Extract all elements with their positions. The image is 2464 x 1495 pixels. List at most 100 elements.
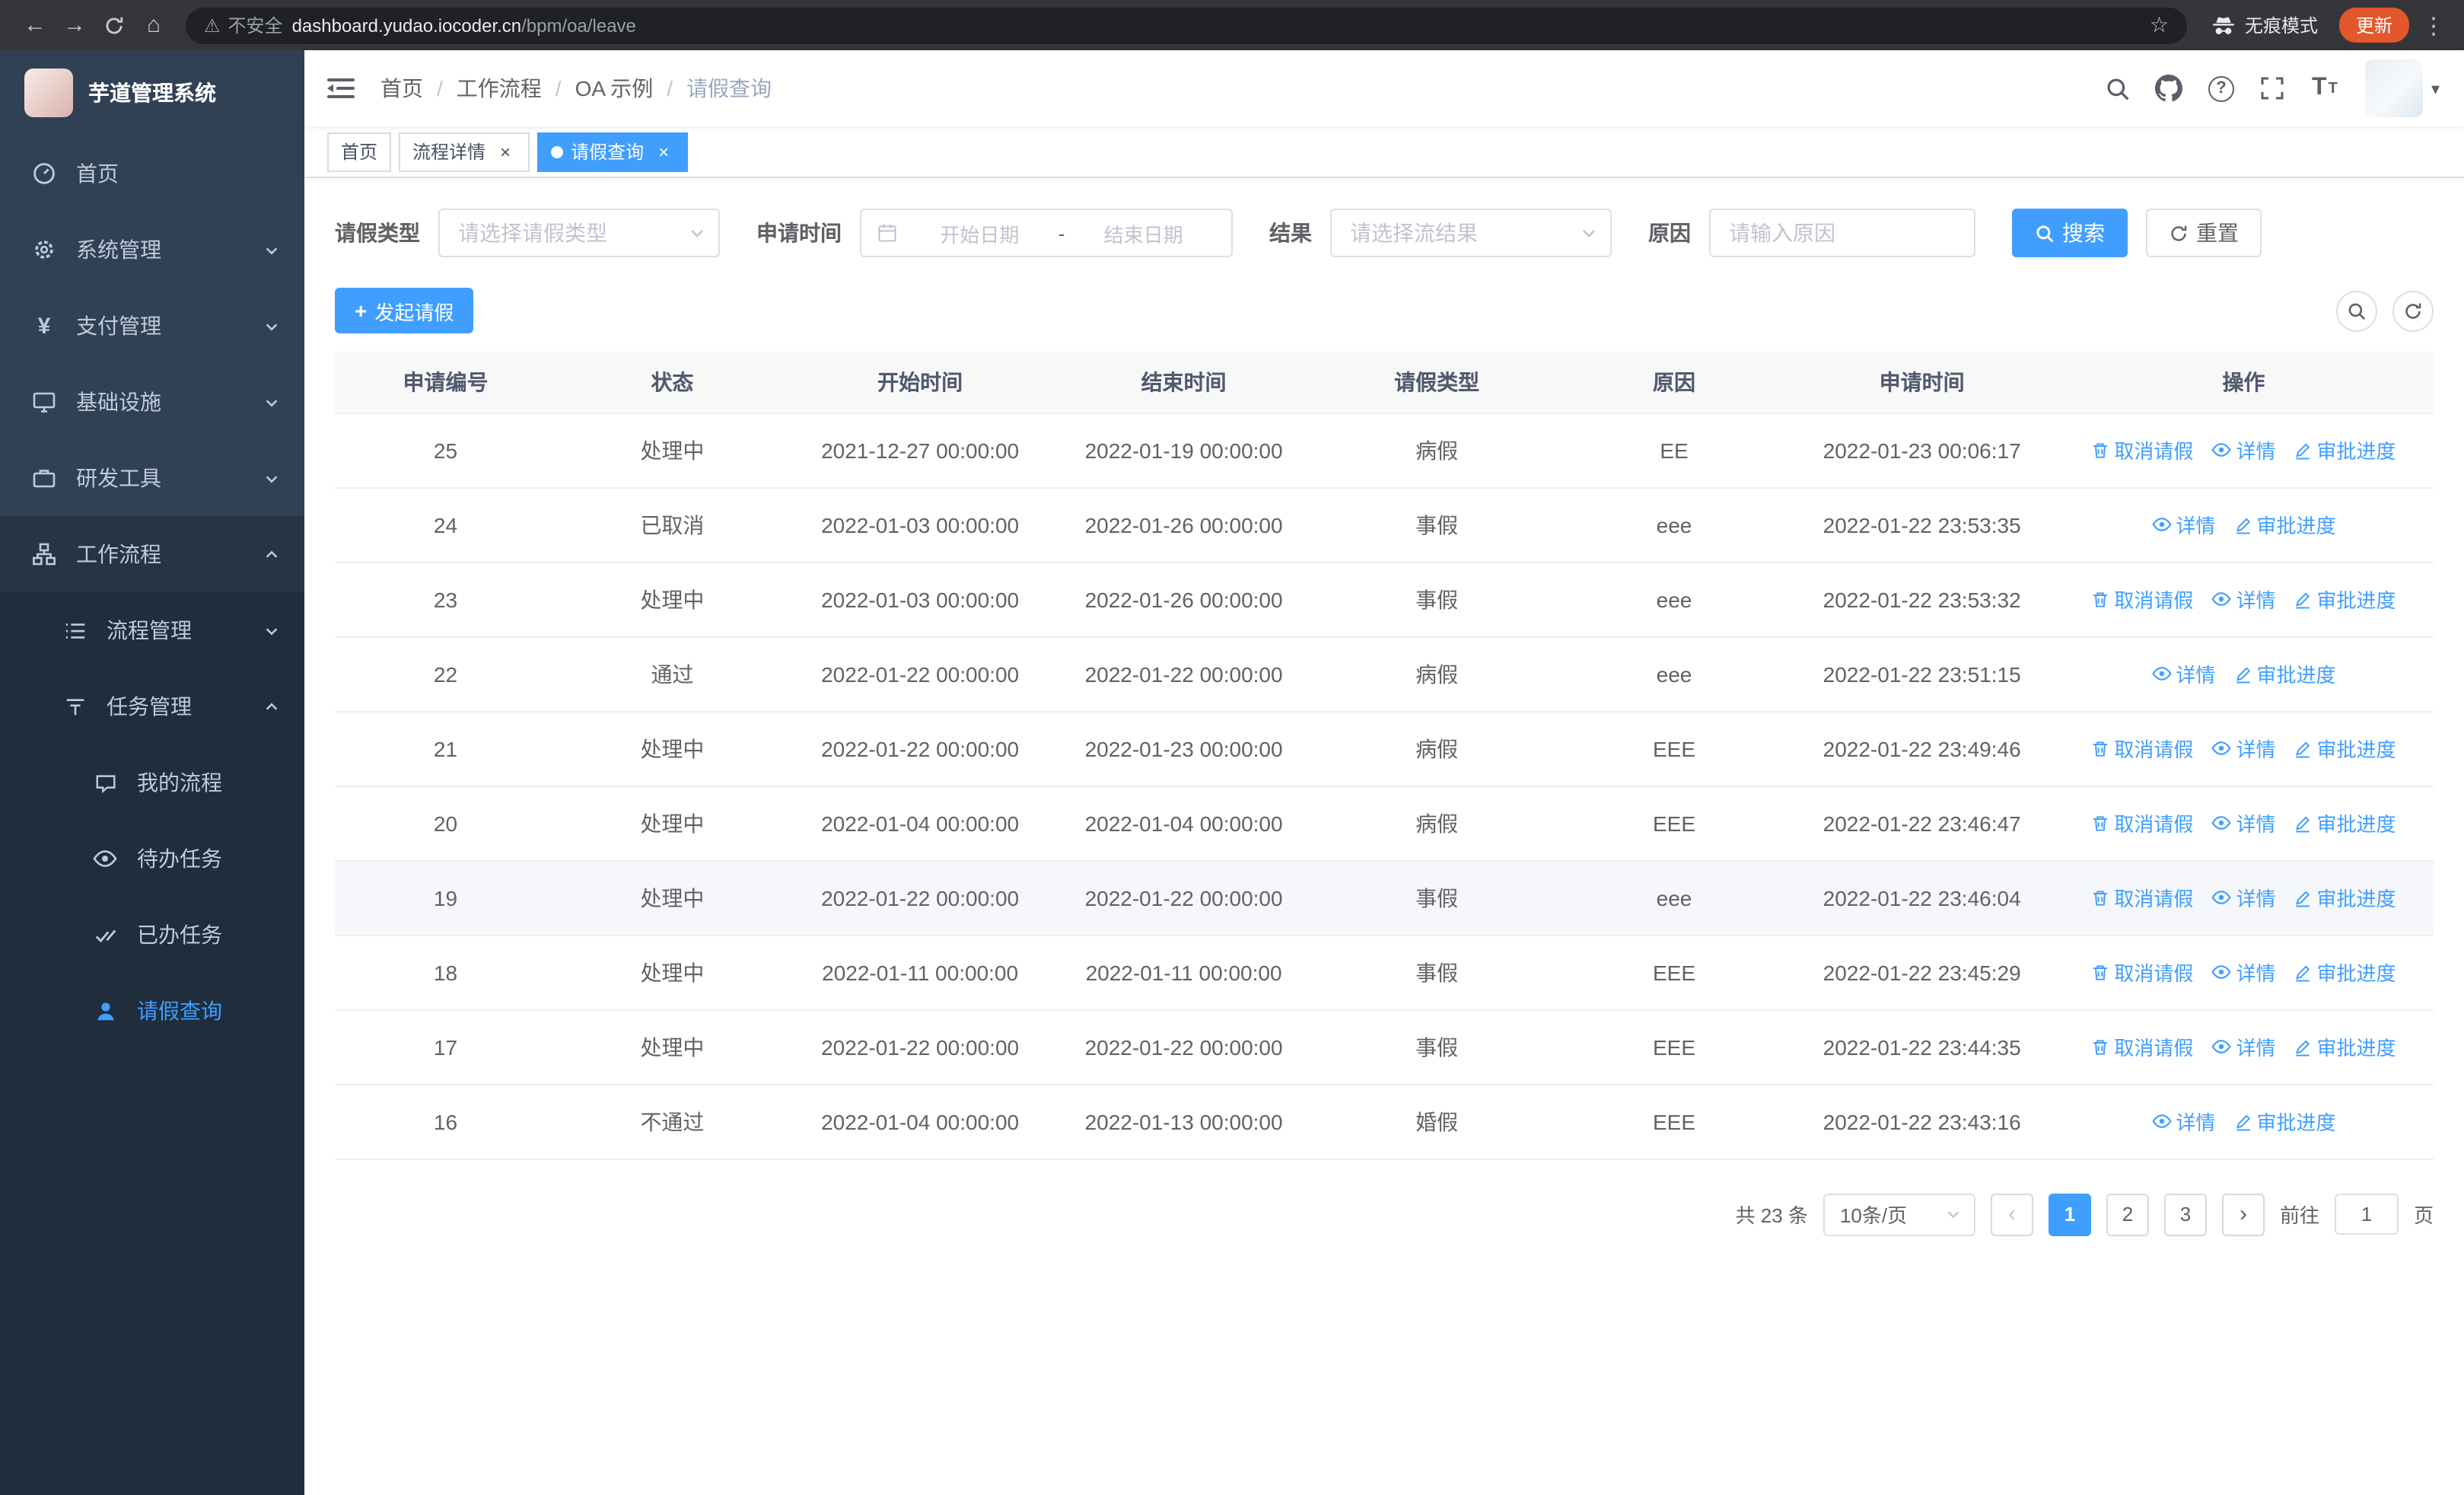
result-select[interactable]: 请选择流结果 <box>1330 209 1612 257</box>
page-button-2[interactable]: 2 <box>2106 1193 2149 1235</box>
close-icon[interactable]: × <box>495 141 516 162</box>
progress-action-link[interactable]: 审批进度 <box>2294 884 2396 913</box>
sidebar-item-home[interactable]: 首页 <box>0 135 304 212</box>
help-button[interactable]: ? <box>2195 62 2247 114</box>
cancel-action-link[interactable]: 取消请假 <box>2091 884 2193 913</box>
tab-process-detail[interactable]: 流程详情 × <box>399 132 530 171</box>
reason-input[interactable] <box>1709 209 1975 257</box>
sidebar-item-infrastructure[interactable]: 基础设施 <box>0 364 304 440</box>
next-page-button[interactable]: › <box>2221 1193 2265 1235</box>
address-bar[interactable]: ⚠ 不安全 dashboard.yudao.iocoder.cn/bpm/oa/… <box>186 7 2187 43</box>
browser-forward-button[interactable]: → <box>55 5 94 45</box>
github-link-button[interactable] <box>2144 62 2195 114</box>
page-button-3[interactable]: 3 <box>2163 1193 2207 1235</box>
cell-actions: 取消请假 详情 审批进度 <box>2053 1009 2434 1085</box>
cell-end-time: 2022-01-22 00:00:00 <box>1052 1009 1316 1085</box>
sidebar-item-system[interactable]: 系统管理 <box>0 212 304 288</box>
cancel-action-link[interactable]: 取消请假 <box>2091 585 2193 614</box>
table-row: 19 处理中 2022-01-22 00:00:00 2022-01-22 00… <box>335 860 2434 936</box>
breadcrumb-item[interactable]: 首页 <box>380 73 423 104</box>
sidebar-item-label: 已办任务 <box>137 923 222 947</box>
sidebar-toggle-button[interactable] <box>304 50 377 126</box>
apply-time-range-picker[interactable]: 开始日期 - 结束日期 <box>860 209 1233 257</box>
create-leave-button[interactable]: + 发起请假 <box>335 288 474 333</box>
detail-action-link[interactable]: 详情 <box>2211 1032 2275 1061</box>
cancel-action-link[interactable]: 取消请假 <box>2091 436 2193 465</box>
table-toolbar: + 发起请假 <box>335 288 2434 333</box>
font-size-button[interactable]: TT <box>2299 62 2351 114</box>
sidebar-item-payment[interactable]: ¥ 支付管理 <box>0 288 304 364</box>
cell-end-time: 2022-01-19 00:00:00 <box>1052 413 1316 488</box>
tab-leave-query[interactable]: 请假查询 × <box>537 132 689 171</box>
cell-leave-type: 婚假 <box>1315 1084 1558 1159</box>
sidebar-item-todo-tasks[interactable]: 待办任务 <box>0 821 304 897</box>
cancel-action-link[interactable]: 取消请假 <box>2091 1033 2193 1062</box>
progress-action-link[interactable]: 审批进度 <box>2294 809 2396 838</box>
progress-action-link[interactable]: 审批进度 <box>2294 958 2396 987</box>
cell-start-time: 2022-01-04 00:00:00 <box>788 1084 1052 1159</box>
detail-action-link[interactable]: 详情 <box>2151 659 2215 688</box>
tab-home[interactable]: 首页 <box>327 132 392 171</box>
detail-action-link[interactable]: 详情 <box>2211 958 2275 987</box>
cell-status: 处理中 <box>556 786 788 861</box>
browser-home-button[interactable]: ⌂ <box>134 5 173 45</box>
sidebar-item-done-tasks[interactable]: 已办任务 <box>0 897 304 973</box>
reset-button[interactable]: 重置 <box>2146 209 2262 257</box>
progress-action-link[interactable]: 审批进度 <box>2294 735 2396 763</box>
browser-update-button[interactable]: 更新 <box>2338 8 2409 43</box>
detail-action-link[interactable]: 详情 <box>2151 1107 2215 1136</box>
progress-action-link[interactable]: 审批进度 <box>2233 660 2335 689</box>
page-content: 请假类型 请选择请假类型 申请时间 开始日期 - 结束日期 结果 请选择流结果 … <box>304 178 2464 1495</box>
breadcrumb-item[interactable]: OA 示例 <box>575 73 654 104</box>
user-avatar[interactable] <box>2365 59 2424 117</box>
sidebar-item-leave-query[interactable]: 请假查询 <box>0 973 304 1049</box>
cell-actions: 取消请假 详情 审批进度 <box>2053 413 2434 488</box>
browser-menu-icon[interactable]: ⋮ <box>2418 11 2449 39</box>
toggle-search-button[interactable] <box>2336 290 2377 331</box>
progress-action-link[interactable]: 审批进度 <box>2233 511 2335 540</box>
font-size-small-icon: T <box>2328 80 2338 97</box>
sidebar-item-my-process[interactable]: 我的流程 <box>0 744 304 821</box>
chevron-down-icon <box>263 317 280 334</box>
page-button-1[interactable]: 1 <box>2048 1193 2091 1235</box>
bookmark-star-icon[interactable]: ☆ <box>2150 12 2169 38</box>
detail-action-link[interactable]: 详情 <box>2211 883 2275 912</box>
app-logo[interactable]: 芋道管理系统 <box>0 50 304 135</box>
progress-action-link[interactable]: 审批进度 <box>2294 436 2396 465</box>
breadcrumb-item[interactable]: 工作流程 <box>457 73 542 104</box>
cancel-action-link[interactable]: 取消请假 <box>2091 809 2193 838</box>
sidebar-item-task-management[interactable]: 任务管理 <box>0 668 304 744</box>
tab-label: 首页 <box>341 142 378 163</box>
avatar-caret-icon[interactable]: ▾ <box>2431 78 2440 98</box>
browser-back-button[interactable]: ← <box>15 5 55 45</box>
detail-action-link[interactable]: 详情 <box>2211 734 2275 763</box>
detail-action-link[interactable]: 详情 <box>2211 808 2275 837</box>
sidebar-item-label: 工作流程 <box>76 542 161 566</box>
sidebar-item-devtools[interactable]: 研发工具 <box>0 440 304 516</box>
page-size-select[interactable]: 10条/页 <box>1823 1193 1975 1235</box>
sidebar-item-workflow[interactable]: 工作流程 <box>0 516 304 592</box>
detail-action-link[interactable]: 详情 <box>2211 585 2275 614</box>
close-icon[interactable]: × <box>653 141 674 162</box>
sidebar-item-label: 请假查询 <box>137 999 222 1023</box>
progress-action-link[interactable]: 审批进度 <box>2294 585 2396 614</box>
search-button[interactable]: 搜索 <box>2012 209 2128 257</box>
sidebar-item-label: 流程管理 <box>107 618 192 642</box>
detail-action-link[interactable]: 详情 <box>2151 510 2215 539</box>
refresh-table-button[interactable] <box>2392 290 2434 331</box>
header-search-button[interactable] <box>2092 62 2144 114</box>
cell-leave-type: 事假 <box>1315 487 1558 563</box>
progress-action-link[interactable]: 审批进度 <box>2233 1108 2335 1136</box>
list-icon <box>61 619 88 642</box>
prev-page-button[interactable]: ‹ <box>1990 1193 2033 1235</box>
sidebar-item-process-management[interactable]: 流程管理 <box>0 592 304 668</box>
cancel-action-link[interactable]: 取消请假 <box>2091 958 2193 987</box>
security-status[interactable]: ⚠ 不安全 <box>204 12 283 38</box>
goto-page-input[interactable] <box>2334 1194 2399 1235</box>
leave-type-select[interactable]: 请选择请假类型 <box>438 209 720 257</box>
cancel-action-link[interactable]: 取消请假 <box>2091 735 2193 763</box>
detail-action-link[interactable]: 详情 <box>2211 435 2275 464</box>
browser-reload-button[interactable] <box>94 5 134 45</box>
fullscreen-button[interactable] <box>2247 62 2299 114</box>
progress-action-link[interactable]: 审批进度 <box>2294 1033 2396 1062</box>
